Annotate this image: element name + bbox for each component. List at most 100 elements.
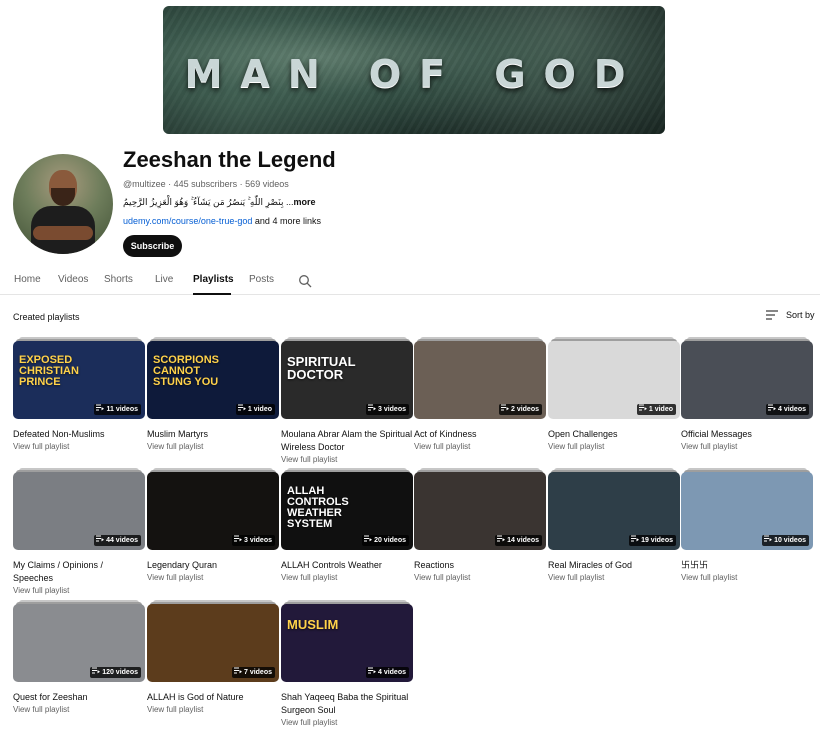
- playlist-icon: [367, 667, 376, 678]
- sort-by-button[interactable]: Sort by: [766, 310, 815, 320]
- playlist-title[interactable]: ALLAH Controls Weather: [281, 559, 413, 572]
- thumbnail-caption: SCORPIONS CANNOT STUNG YOU: [153, 354, 220, 388]
- playlist-thumbnail[interactable]: 44 videos: [13, 468, 145, 550]
- view-full-playlist-link[interactable]: View full playlist: [147, 705, 279, 714]
- sort-label: Sort by: [786, 310, 815, 320]
- view-full-playlist-link[interactable]: View full playlist: [414, 573, 546, 582]
- view-full-playlist-link[interactable]: View full playlist: [681, 573, 813, 582]
- playlist-thumbnail[interactable]: 4 videos: [681, 337, 813, 419]
- playlist-title[interactable]: Legendary Quran: [147, 559, 279, 572]
- playlist-title[interactable]: Quest for Zeeshan: [13, 691, 145, 704]
- playlist-icon: [367, 404, 376, 415]
- playlist-icon: [92, 667, 101, 678]
- playlist-title[interactable]: Shah Yaqeeq Baba the Spiritual Surgeon S…: [281, 691, 413, 717]
- video-count: 19 videos: [641, 537, 673, 544]
- playlist-card[interactable]: 3 videos Legendary Quran View full playlis…: [147, 468, 279, 582]
- video-count: 3 videos: [377, 406, 406, 413]
- video-count-badge: 1 video: [636, 404, 676, 415]
- playlist-card[interactable]: 1 video Open Challenges View full playlist: [548, 337, 680, 451]
- playlist-card[interactable]: EXPOSED CHRISTIAN PRINCE 11 videos Defeate…: [13, 337, 145, 451]
- playlist-thumbnail[interactable]: 2 videos: [414, 337, 546, 419]
- video-count: 20 videos: [374, 537, 406, 544]
- playlist-card[interactable]: 7 videos ALLAH is God of Nature View full …: [147, 600, 279, 714]
- playlist-card[interactable]: 44 videos My Claims / Opinions / Speeches…: [13, 468, 145, 595]
- view-full-playlist-link[interactable]: View full playlist: [281, 718, 413, 727]
- playlist-card[interactable]: MUSLIM 4 videos Shah Yaqeeq Baba the Spiri…: [281, 600, 413, 727]
- thumbnail-caption: ALLAH CONTROLS WEATHER SYSTEM: [287, 485, 349, 530]
- playlist-icon: [638, 404, 647, 415]
- playlist-thumbnail[interactable]: MUSLIM 4 videos: [281, 600, 413, 682]
- subscribe-button[interactable]: Subscribe: [123, 235, 182, 257]
- playlist-card[interactable]: 4 videos Official Messages View full playl…: [681, 337, 813, 451]
- playlist-icon: [767, 404, 776, 415]
- view-full-playlist-link[interactable]: View full playlist: [281, 455, 413, 464]
- playlist-title[interactable]: My Claims / Opinions / Speeches: [13, 559, 145, 585]
- playlist-title[interactable]: Act of Kindness: [414, 428, 546, 441]
- playlist-card[interactable]: 120 videos Quest for Zeeshan View full pla…: [13, 600, 145, 714]
- tab-videos[interactable]: Videos: [58, 274, 88, 285]
- view-full-playlist-link[interactable]: View full playlist: [414, 442, 546, 451]
- view-full-playlist-link[interactable]: View full playlist: [548, 573, 680, 582]
- view-full-playlist-link[interactable]: View full playlist: [281, 573, 413, 582]
- view-full-playlist-link[interactable]: View full playlist: [548, 442, 680, 451]
- tab-home[interactable]: Home: [14, 274, 41, 285]
- video-count: 7 videos: [243, 669, 272, 676]
- search-icon[interactable]: [298, 274, 312, 288]
- video-count: 1 video: [648, 406, 673, 413]
- channel-avatar[interactable]: [13, 154, 113, 254]
- playlist-thumbnail[interactable]: 120 videos: [13, 600, 145, 682]
- playlist-thumbnail[interactable]: 19 videos: [548, 468, 680, 550]
- playlist-thumbnail[interactable]: 7 videos: [147, 600, 279, 682]
- playlist-title[interactable]: ALLAH is God of Nature: [147, 691, 279, 704]
- playlist-card[interactable]: SCORPIONS CANNOT STUNG YOU 1 video Muslim …: [147, 337, 279, 451]
- playlist-icon: [497, 535, 506, 546]
- playlist-title[interactable]: Defeated Non-Muslims: [13, 428, 145, 441]
- udemy-link[interactable]: udemy.com/course/one-true-god: [123, 216, 252, 226]
- view-full-playlist-link[interactable]: View full playlist: [13, 586, 145, 595]
- more-links[interactable]: and 4 more links: [255, 216, 321, 226]
- video-count-badge: 14 videos: [495, 535, 542, 546]
- tab-shorts[interactable]: Shorts: [104, 274, 133, 285]
- playlist-thumbnail[interactable]: 1 video: [548, 337, 680, 419]
- thumbnail-caption: MUSLIM: [287, 617, 339, 632]
- tab-posts[interactable]: Posts: [249, 274, 274, 285]
- playlist-icon: [233, 667, 242, 678]
- playlist-thumbnail[interactable]: 10 videos: [681, 468, 813, 550]
- view-full-playlist-link[interactable]: View full playlist: [681, 442, 813, 451]
- playlist-thumbnail[interactable]: 3 videos: [147, 468, 279, 550]
- playlist-card[interactable]: 14 videos Reactions View full playlist: [414, 468, 546, 582]
- playlist-title[interactable]: Reactions: [414, 559, 546, 572]
- view-full-playlist-link[interactable]: View full playlist: [147, 573, 279, 582]
- tab-live[interactable]: Live: [155, 274, 173, 285]
- playlist-thumbnail[interactable]: SCORPIONS CANNOT STUNG YOU 1 video: [147, 337, 279, 419]
- playlist-title[interactable]: Real Miracles of God: [548, 559, 680, 572]
- more-link[interactable]: more: [293, 197, 315, 207]
- tab-playlists[interactable]: Playlists: [193, 274, 234, 285]
- playlist-card[interactable]: 10 videos 卐卐卐 View full playlist: [681, 468, 813, 582]
- view-full-playlist-link[interactable]: View full playlist: [13, 705, 145, 714]
- playlist-card[interactable]: ALLAH CONTROLS WEATHER SYSTEM 20 videos AL…: [281, 468, 413, 582]
- playlist-thumbnail[interactable]: 14 videos: [414, 468, 546, 550]
- playlist-title[interactable]: Moulana Abrar Alam the Spiritual Wireles…: [281, 428, 413, 454]
- playlist-title[interactable]: Muslim Martyrs: [147, 428, 279, 441]
- channel-banner: MAN OF GOD: [163, 6, 665, 134]
- playlist-card[interactable]: SPIRITUAL DOCTOR 3 videos Moulana Abrar Al…: [281, 337, 413, 464]
- thumbnail-caption: SPIRITUAL DOCTOR: [287, 354, 356, 382]
- thumbnail-caption: EXPOSED CHRISTIAN PRINCE: [19, 354, 79, 388]
- playlist-title[interactable]: 卐卐卐: [681, 559, 813, 572]
- playlist-thumbnail[interactable]: ALLAH CONTROLS WEATHER SYSTEM 20 videos: [281, 468, 413, 550]
- playlist-title[interactable]: Official Messages: [681, 428, 813, 441]
- video-count: 10 videos: [774, 537, 806, 544]
- playlist-thumbnail[interactable]: SPIRITUAL DOCTOR 3 videos: [281, 337, 413, 419]
- banner-title: MAN OF GOD: [184, 52, 644, 96]
- playlist-card[interactable]: 2 videos Act of Kindness View full playlis…: [414, 337, 546, 451]
- view-full-playlist-link[interactable]: View full playlist: [13, 442, 145, 451]
- channel-description[interactable]: بِنَصْرِ اللّٰهِ ۚ يَنصُرُ مَن يَشَآءُ ۚ…: [123, 197, 316, 208]
- video-count: 120 videos: [102, 669, 138, 676]
- playlist-icon: [233, 535, 242, 546]
- playlist-thumbnail[interactable]: EXPOSED CHRISTIAN PRINCE 11 videos: [13, 337, 145, 419]
- playlist-icon: [96, 535, 105, 546]
- playlist-title[interactable]: Open Challenges: [548, 428, 680, 441]
- playlist-card[interactable]: 19 videos Real Miracles of God View full p…: [548, 468, 680, 582]
- view-full-playlist-link[interactable]: View full playlist: [147, 442, 279, 451]
